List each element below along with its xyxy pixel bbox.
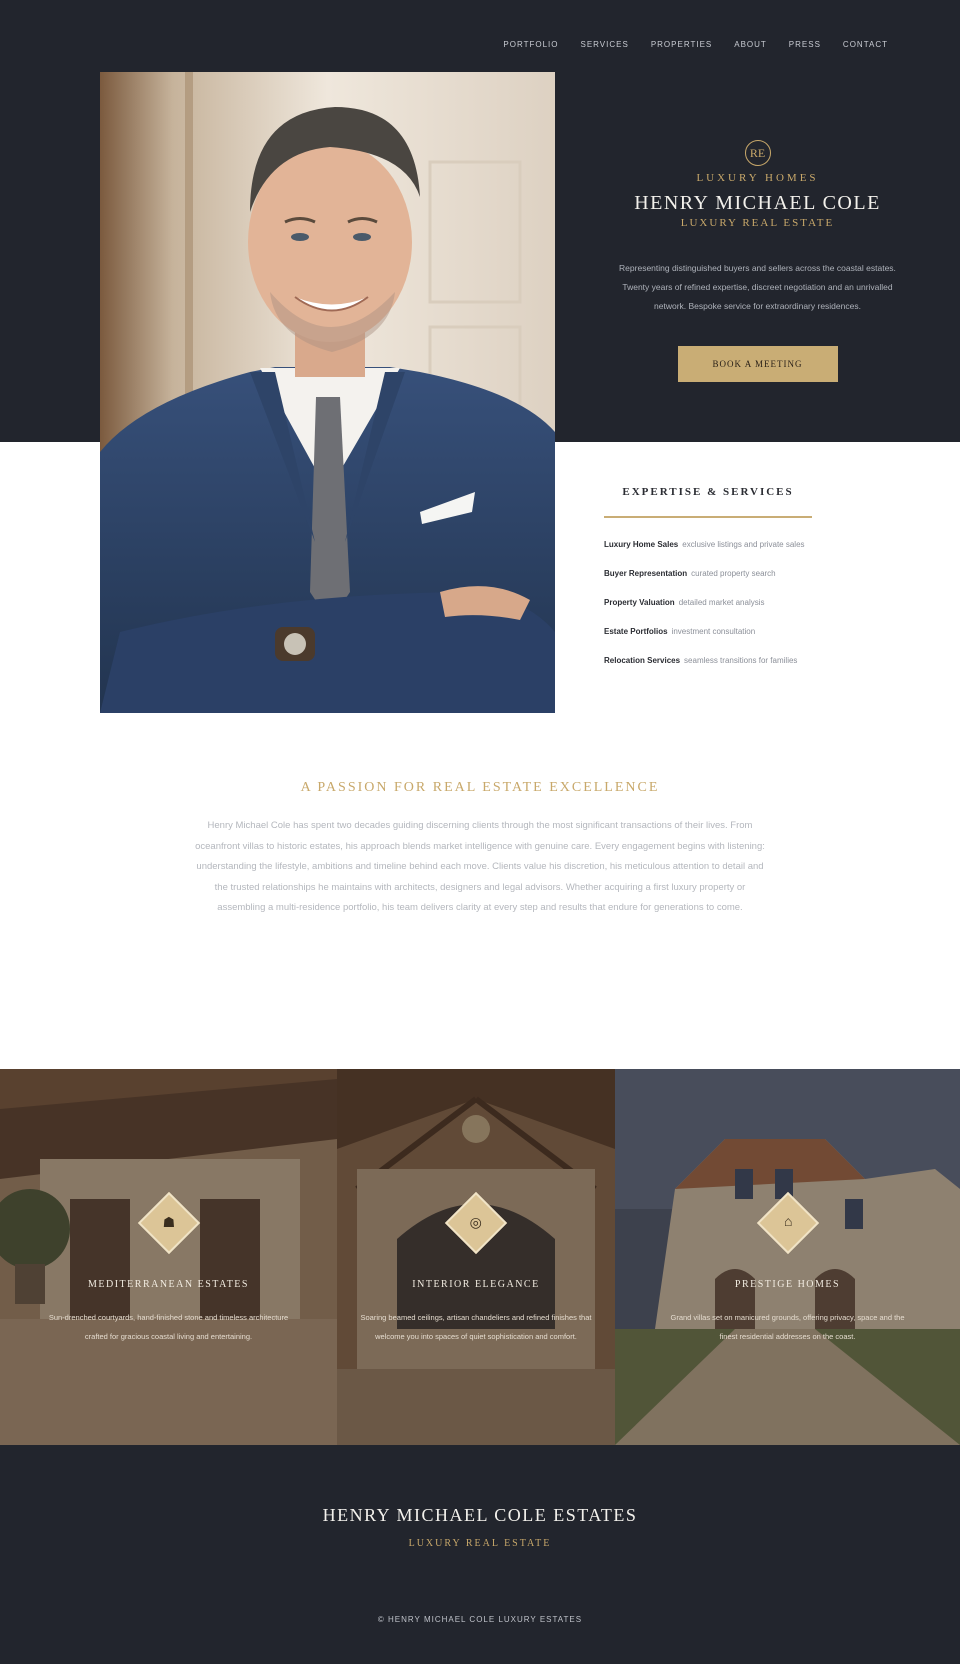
service-item[interactable]: Estate Portfolios investment consultation bbox=[604, 627, 812, 636]
nav-press-link[interactable]: PRESS bbox=[789, 40, 821, 49]
service-detail: seamless transitions for families bbox=[684, 656, 798, 665]
feature-text: Sun-drenched courtyards, hand-finished s… bbox=[48, 1313, 289, 1341]
nav-properties-link[interactable]: PROPERTIES bbox=[651, 40, 712, 49]
diamond-badge-icon: ☗ bbox=[137, 1191, 200, 1255]
services-panel: EXPERTISE & SERVICES Luxury Home Sales ex… bbox=[604, 486, 812, 685]
nav-services-link[interactable]: SERVICES bbox=[581, 40, 629, 49]
service-detail: detailed market analysis bbox=[678, 598, 765, 607]
feature-panel-estates[interactable]: ☗ MEDITERRANEAN ESTATES Sun-drenched cou… bbox=[0, 1069, 337, 1445]
footer-title: HENRY MICHAEL COLE ESTATES bbox=[322, 1505, 638, 1525]
service-item[interactable]: Buyer Representation curated property sea… bbox=[604, 569, 812, 578]
service-item[interactable]: Property Valuation detailed market analys… bbox=[604, 598, 812, 607]
service-item[interactable]: Relocation Services seamless transitions … bbox=[604, 656, 812, 665]
monogram-emblem: RE bbox=[744, 140, 771, 166]
nav-portfolio-link[interactable]: PORTFOLIO bbox=[503, 40, 558, 49]
feature-panel-interiors[interactable]: ◎ INTERIOR ELEGANCE Soaring beamed ceili… bbox=[337, 1069, 615, 1445]
service-detail: exclusive listings and private sales bbox=[682, 540, 805, 549]
hero-title: HENRY MICHAEL COLE bbox=[634, 192, 881, 214]
service-detail: investment consultation bbox=[671, 627, 756, 636]
agent-portrait-image bbox=[100, 72, 555, 713]
top-navigation: PORTFOLIO SERVICES PROPERTIES ABOUT PRES… bbox=[503, 40, 888, 49]
footer-subtitle: LUXURY REAL ESTATE bbox=[408, 1538, 552, 1549]
footer-copyright: © HENRY MICHAEL COLE LUXURY ESTATES bbox=[377, 1615, 583, 1624]
feature-content: ☗ MEDITERRANEAN ESTATES Sun-drenched cou… bbox=[0, 1191, 337, 1346]
about-section: A PASSION FOR REAL ESTATE EXCELLENCE Hen… bbox=[0, 780, 960, 919]
diamond-badge-icon: ◎ bbox=[444, 1191, 508, 1255]
book-meeting-button[interactable]: BOOK A MEETING bbox=[677, 346, 838, 382]
service-detail: curated property search bbox=[691, 569, 776, 578]
service-label: Luxury Home Sales bbox=[604, 540, 679, 549]
diamond-badge-icon: ⌂ bbox=[756, 1191, 819, 1255]
feature-panel-homes[interactable]: ⌂ PRESTIGE HOMES Grand villas set on man… bbox=[615, 1069, 960, 1445]
about-body: Henry Michael Cole has spent two decades… bbox=[195, 820, 765, 913]
nav-contact-link[interactable]: CONTACT bbox=[843, 40, 888, 49]
footer: HENRY MICHAEL COLE ESTATES LUXURY REAL E… bbox=[0, 1445, 960, 1664]
gold-divider bbox=[604, 516, 812, 518]
feature-panels: ☗ MEDITERRANEAN ESTATES Sun-drenched cou… bbox=[0, 1069, 960, 1445]
service-label: Relocation Services bbox=[604, 656, 681, 665]
feature-text: Soaring beamed ceilings, artisan chandel… bbox=[360, 1313, 592, 1341]
feature-content: ◎ INTERIOR ELEGANCE Soaring beamed ceili… bbox=[337, 1191, 615, 1346]
feature-content: ⌂ PRESTIGE HOMES Grand villas set on man… bbox=[615, 1191, 960, 1346]
service-label: Estate Portfolios bbox=[604, 627, 668, 636]
feature-title: INTERIOR ELEGANCE bbox=[412, 1279, 540, 1290]
feature-text: Grand villas set on manicured grounds, o… bbox=[670, 1313, 905, 1341]
service-label: Property Valuation bbox=[604, 598, 675, 607]
hero-intro: RE LUXURY HOMES HENRY MICHAEL COLE LUXUR… bbox=[555, 140, 960, 382]
hero-eyebrow: LUXURY HOMES bbox=[696, 172, 819, 184]
hero-subtitle: LUXURY REAL ESTATE bbox=[680, 217, 835, 229]
feature-title: PRESTIGE HOMES bbox=[734, 1279, 841, 1290]
feature-title: MEDITERRANEAN ESTATES bbox=[88, 1279, 249, 1290]
hero-description: Representing distinguished buyers and se… bbox=[619, 263, 896, 311]
portrait-illustration bbox=[100, 72, 555, 713]
services-title: EXPERTISE & SERVICES bbox=[622, 486, 794, 498]
service-item[interactable]: Luxury Home Sales exclusive listings and … bbox=[604, 540, 812, 549]
service-label: Buyer Representation bbox=[604, 569, 688, 578]
nav-about-link[interactable]: ABOUT bbox=[734, 40, 767, 49]
about-title: A PASSION FOR REAL ESTATE EXCELLENCE bbox=[300, 780, 660, 795]
